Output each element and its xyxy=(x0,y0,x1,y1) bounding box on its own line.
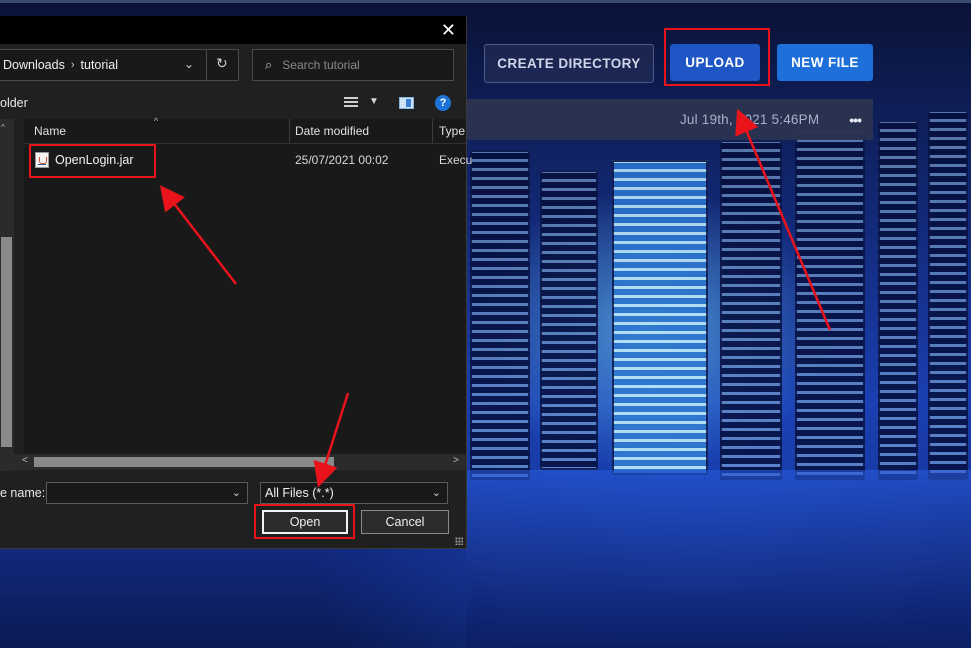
arrow-to-open xyxy=(313,392,350,488)
arrow-to-upload xyxy=(735,108,832,331)
annotation-arrows xyxy=(159,108,832,488)
arrow-to-file xyxy=(159,185,237,285)
